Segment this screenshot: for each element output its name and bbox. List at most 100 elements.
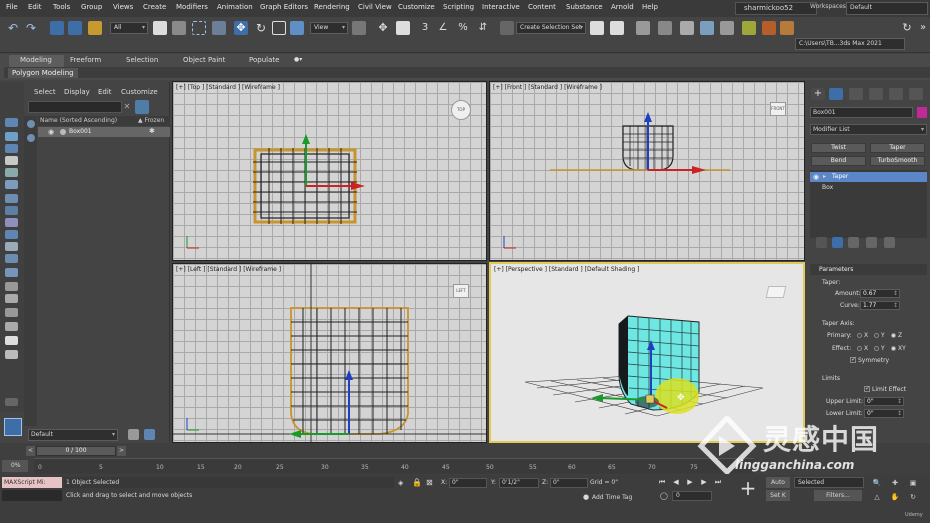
scene-explorer-toggle-icon[interactable]	[636, 21, 650, 35]
display-bones-icon[interactable]	[5, 230, 18, 239]
key-mode-icon[interactable]: ◯	[660, 492, 668, 500]
add-time-tag-icon[interactable]: ●	[583, 493, 589, 501]
maxscript-listener[interactable]: MAXScript Mi:	[2, 477, 62, 488]
display-hidden-icon[interactable]	[5, 268, 18, 277]
limit-effect-checkbox[interactable]: ✓	[864, 386, 870, 392]
project-path-field[interactable]: C:\Users\TB...3ds Max 2021	[795, 38, 905, 50]
render-setup-icon[interactable]	[762, 21, 776, 35]
bind-spacewarp-icon[interactable]	[88, 21, 102, 35]
account-menu[interactable]: sharmickoo52	[735, 2, 817, 15]
render-frame-icon[interactable]	[780, 21, 794, 35]
list-item[interactable]: ◉ Box001 ✱	[38, 127, 170, 137]
make-unique-icon[interactable]	[848, 237, 859, 248]
explorer-menu-edit[interactable]: Edit	[98, 88, 112, 96]
absolute-mode-icon[interactable]: ⊠	[426, 478, 433, 487]
pan-icon[interactable]: ✋	[890, 492, 900, 502]
modify-tab-icon[interactable]	[829, 88, 843, 100]
angle-snap-icon[interactable]: ∠	[436, 21, 450, 35]
viewport-top[interactable]: [+] [Top ] [Standard ] [Wireframe ] TOP	[172, 81, 487, 261]
select-scale-icon[interactable]	[272, 21, 286, 35]
menu-create[interactable]: Create	[143, 3, 166, 11]
menu-graph-editors[interactable]: Graph Editors	[260, 3, 308, 11]
display-none-icon[interactable]	[5, 294, 18, 303]
select-rotate-icon[interactable]: ↻	[254, 21, 268, 35]
display-tab-icon[interactable]	[889, 88, 903, 100]
display-geometry-icon[interactable]	[5, 132, 18, 141]
tab-modeling[interactable]: Modeling	[20, 56, 52, 67]
display-xrefs-icon[interactable]	[5, 218, 18, 227]
menu-interactive[interactable]: Interactive	[482, 3, 520, 11]
display-helpers-icon[interactable]	[5, 180, 18, 189]
viewport-layout-icon[interactable]	[4, 418, 22, 436]
explorer-menu-customize[interactable]: Customize	[121, 88, 158, 96]
menu-arnold[interactable]: Arnold	[611, 3, 634, 11]
time-slider[interactable]: 0 / 100	[36, 446, 116, 456]
upper-limit-spinner[interactable]: 0"	[864, 397, 904, 406]
edit-named-sel-icon[interactable]	[500, 21, 514, 35]
ref-coord-select[interactable]: View	[310, 22, 348, 34]
set-key-icon[interactable]: +	[737, 478, 759, 500]
curve-spinner[interactable]: 1.77	[860, 301, 900, 310]
stack-eye-icon[interactable]: ◉	[813, 173, 819, 181]
schematic-view-icon[interactable]	[720, 21, 734, 35]
link-icon[interactable]	[50, 21, 64, 35]
play-icon[interactable]: ▶	[685, 477, 695, 487]
add-time-tag[interactable]: Add Time Tag	[592, 494, 632, 501]
stack-item-taper[interactable]: ◉ ▸ Taper	[810, 172, 927, 182]
object-color-swatch[interactable]	[917, 107, 927, 118]
keyboard-shortcut-icon[interactable]	[396, 21, 410, 35]
maxscript-output[interactable]	[2, 490, 62, 501]
lock-icon[interactable]: 🔒	[412, 478, 422, 487]
lock-selection-icon[interactable]	[5, 322, 18, 331]
align-icon[interactable]	[610, 21, 624, 35]
explorer-menu-select[interactable]: Select	[34, 88, 56, 96]
menu-views[interactable]: Views	[113, 3, 133, 11]
ribbon-toggle-icon[interactable]	[680, 21, 694, 35]
viewport-left[interactable]: [+] [Left ] [Standard ] [Wireframe ] LEF…	[172, 263, 487, 443]
tab-object-paint[interactable]: Object Paint	[183, 56, 225, 67]
menu-content[interactable]: Content	[528, 3, 556, 11]
window-crossing-icon[interactable]	[212, 21, 226, 35]
zoom-all-icon[interactable]: ✚	[890, 478, 900, 488]
bend-button[interactable]: Bend	[811, 156, 866, 166]
unlink-icon[interactable]	[68, 21, 82, 35]
mirror-icon[interactable]	[590, 21, 604, 35]
layer-explorer-icon[interactable]	[658, 21, 672, 35]
stack-expand-icon[interactable]: ▸	[823, 173, 826, 180]
create-tab-icon[interactable]: +	[811, 88, 825, 100]
utilities-tab-icon[interactable]	[909, 88, 923, 100]
create-selection-set-select[interactable]: Create Selection Set	[516, 22, 586, 34]
display-containers-icon[interactable]	[5, 242, 18, 251]
goto-start-icon[interactable]: ⏮	[657, 477, 667, 487]
select-by-name-icon[interactable]	[172, 21, 186, 35]
layer-select[interactable]: Default	[28, 429, 118, 441]
tab-selection[interactable]: Selection	[126, 56, 158, 67]
place-icon[interactable]	[290, 21, 304, 35]
remove-modifier-icon[interactable]	[866, 237, 877, 248]
spinner-snap-icon[interactable]: ⇵	[476, 21, 490, 35]
manipulate-icon[interactable]: ✥	[376, 21, 390, 35]
menu-animation[interactable]: Animation	[217, 3, 253, 11]
menu-edit[interactable]: Edit	[28, 3, 42, 11]
display-cameras-icon[interactable]	[5, 168, 18, 177]
menu-help[interactable]: Help	[642, 3, 658, 11]
key-filter-select[interactable]: Selected	[794, 477, 864, 488]
zoom-icon[interactable]: 🔍	[872, 478, 882, 488]
filter-icon[interactable]	[5, 336, 18, 345]
display-groups-icon[interactable]	[5, 206, 18, 215]
collapse-icon[interactable]: »	[916, 21, 930, 35]
track-bar[interactable]: 0 5 10 15 20 25 30 35 40 45 50 55 60 65 …	[34, 458, 754, 474]
current-frame-field[interactable]: 0	[672, 491, 712, 501]
twist-button[interactable]: Twist	[811, 143, 866, 153]
explorer-filter-icon[interactable]	[135, 100, 149, 114]
goto-end-icon[interactable]: ⏭	[713, 477, 723, 487]
menu-file[interactable]: File	[6, 3, 18, 11]
symmetry-checkbox[interactable]: ✓	[850, 357, 856, 363]
effect-x-radio[interactable]	[857, 346, 862, 351]
z-coord-field[interactable]: 0"	[550, 478, 588, 488]
display-frozen-icon[interactable]	[5, 254, 18, 263]
primary-x-radio[interactable]	[857, 333, 862, 338]
frozen-toggle-icon[interactable]: ✱	[149, 127, 155, 135]
display-invert-icon[interactable]	[5, 308, 18, 317]
select-object-icon[interactable]	[153, 21, 167, 35]
